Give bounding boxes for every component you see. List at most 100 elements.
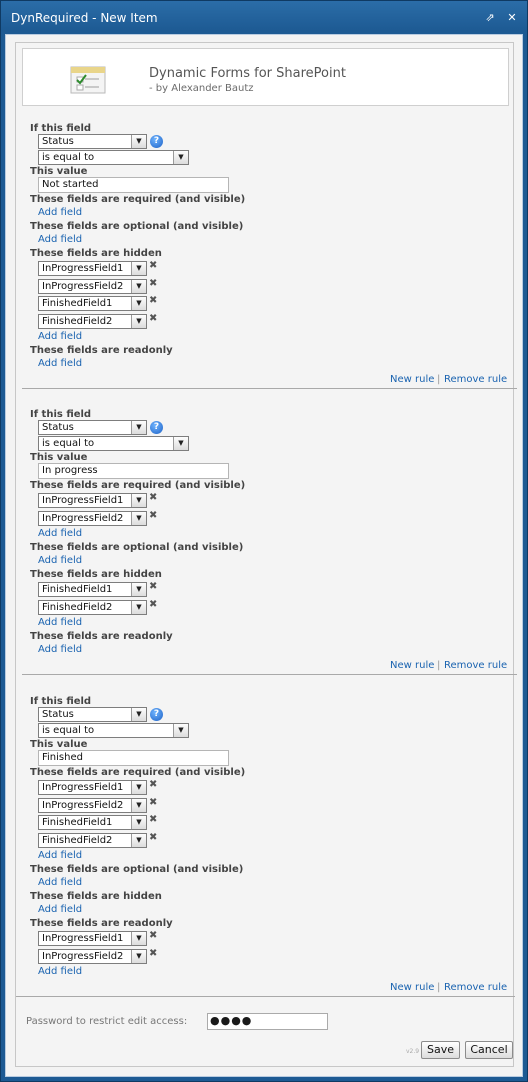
remove-field-icon[interactable]: ✖ (149, 581, 157, 592)
value-input[interactable]: In progress (38, 463, 229, 479)
field-select[interactable]: InProgressField2 ▼ (38, 278, 147, 294)
field-select[interactable]: InProgressField1 ▼ (38, 493, 147, 508)
chevron-down-icon: ▼ (131, 833, 146, 847)
remove-field-icon[interactable]: ✖ (149, 948, 157, 959)
add-required-field-link[interactable]: Add field (38, 850, 82, 861)
field-select[interactable]: InProgressField1 ▼ (38, 931, 147, 946)
add-readonly-field-link[interactable]: Add field (38, 644, 82, 655)
window-title: DynRequired - New Item (11, 10, 158, 25)
hidden-label: These fields are hidden (30, 569, 162, 580)
remove-field-icon[interactable]: ✖ (149, 295, 157, 306)
rule-section: If this field Status ▼? is equal to ▼ This va… (22, 409, 517, 689)
operator-select[interactable]: is equal to ▼ (38, 723, 189, 738)
add-hidden-field-link[interactable]: Add field (38, 331, 82, 342)
add-optional-field-link[interactable]: Add field (38, 234, 82, 245)
field-select-value: InProgressField2 (42, 950, 124, 962)
chevron-down-icon: ▼ (131, 135, 146, 148)
new-rule-link[interactable]: New rule (390, 660, 434, 671)
remove-rule-link[interactable]: Remove rule (444, 374, 507, 385)
form-logo-icon (70, 66, 106, 94)
password-input[interactable]: ●●●● (207, 1013, 328, 1030)
field-select-value: InProgressField1 (42, 495, 124, 506)
field-select[interactable]: InProgressField1 ▼ (38, 261, 147, 276)
add-readonly-field-link[interactable]: Add field (38, 358, 82, 369)
field-select-value: FinishedField2 (42, 834, 113, 846)
required-label: These fields are required (and visible) (30, 194, 246, 205)
title-bar: DynRequired - New Item ⇗ ✕ (1, 1, 527, 34)
help-icon[interactable]: ? (150, 135, 163, 148)
condition-field-value: Status (42, 422, 74, 433)
rule-section: If this field Status ▼? is equal to ▼ This va… (22, 123, 517, 403)
this-value-label: This value (30, 739, 88, 750)
rule-section: If this field Status ▼? is equal to ▼ This va… (16, 696, 515, 997)
operator-select[interactable]: is equal to ▼ (38, 150, 189, 165)
field-select-value: FinishedField2 (42, 601, 113, 613)
remove-field-icon[interactable]: ✖ (149, 832, 157, 843)
condition-field-select[interactable]: Status ▼ (38, 420, 147, 435)
banner-subtitle: - by Alexander Bautz (149, 83, 254, 94)
field-select[interactable]: InProgressField2 ▼ (38, 797, 147, 813)
add-readonly-field-link[interactable]: Add field (38, 966, 82, 977)
field-select[interactable]: FinishedField1 ▼ (38, 815, 147, 830)
popout-icon[interactable]: ⇗ (483, 11, 497, 25)
field-select[interactable]: InProgressField2 ▼ (38, 510, 147, 526)
chevron-down-icon: ▼ (131, 297, 146, 310)
field-select[interactable]: FinishedField1 ▼ (38, 582, 147, 597)
chevron-down-icon: ▼ (131, 279, 146, 293)
add-required-field-link[interactable]: Add field (38, 528, 82, 539)
add-hidden-field-link[interactable]: Add field (38, 617, 82, 628)
remove-rule-link[interactable]: Remove rule (444, 660, 507, 671)
value-input[interactable]: Finished (38, 750, 229, 766)
remove-field-icon[interactable]: ✖ (149, 814, 157, 825)
operator-select[interactable]: is equal to ▼ (38, 436, 189, 451)
link-separator: | (437, 982, 441, 993)
link-separator: | (437, 660, 441, 671)
field-select[interactable]: InProgressField1 ▼ (38, 780, 147, 795)
new-rule-link[interactable]: New rule (390, 982, 434, 993)
chevron-down-icon: ▼ (131, 421, 146, 434)
remove-field-icon[interactable]: ✖ (149, 313, 157, 324)
help-icon[interactable]: ? (150, 421, 163, 434)
required-label: These fields are required (and visible) (30, 767, 246, 778)
remove-field-icon[interactable]: ✖ (149, 930, 157, 941)
rule-divider (22, 674, 517, 675)
link-separator: | (437, 374, 441, 385)
field-select[interactable]: FinishedField1 ▼ (38, 296, 147, 311)
save-button[interactable]: Save (421, 1041, 460, 1059)
cancel-button[interactable]: Cancel (465, 1041, 513, 1059)
remove-field-icon[interactable]: ✖ (149, 492, 157, 503)
condition-field-select[interactable]: Status ▼ (38, 707, 147, 722)
remove-field-icon[interactable]: ✖ (149, 779, 157, 790)
remove-field-icon[interactable]: ✖ (149, 278, 157, 289)
help-icon[interactable]: ? (150, 708, 163, 721)
password-label: Password to restrict edit access: (26, 1016, 188, 1027)
remove-field-icon[interactable]: ✖ (149, 510, 157, 521)
add-optional-field-link[interactable]: Add field (38, 555, 82, 566)
if-field-label: If this field (30, 123, 92, 134)
operator-value: is equal to (42, 725, 95, 736)
new-rule-link[interactable]: New rule (390, 374, 434, 385)
condition-field-select[interactable]: Status ▼ (38, 134, 147, 149)
add-hidden-field-link[interactable]: Add field (38, 904, 82, 915)
readonly-label: These fields are readonly (30, 345, 173, 356)
hidden-label: These fields are hidden (30, 248, 162, 259)
chevron-down-icon: ▼ (173, 151, 188, 164)
field-select[interactable]: FinishedField2 ▼ (38, 599, 147, 615)
remove-field-icon[interactable]: ✖ (149, 599, 157, 610)
close-icon[interactable]: ✕ (505, 11, 519, 25)
chevron-down-icon: ▼ (131, 932, 146, 945)
add-optional-field-link[interactable]: Add field (38, 877, 82, 888)
field-select-value: InProgressField1 (42, 933, 124, 944)
remove-field-icon[interactable]: ✖ (149, 797, 157, 808)
field-select[interactable]: InProgressField2 ▼ (38, 948, 147, 964)
field-select[interactable]: FinishedField2 ▼ (38, 313, 147, 329)
value-input[interactable]: Not started (38, 177, 229, 193)
add-required-field-link[interactable]: Add field (38, 207, 82, 218)
remove-field-icon[interactable]: ✖ (149, 260, 157, 271)
dialog-content: Dynamic Forms for SharePoint - by Alexan… (5, 34, 523, 1077)
field-select[interactable]: FinishedField2 ▼ (38, 832, 147, 848)
operator-value: is equal to (42, 152, 95, 163)
condition-field-value: Status (42, 709, 74, 720)
chevron-down-icon: ▼ (131, 262, 146, 275)
remove-rule-link[interactable]: Remove rule (444, 982, 507, 993)
